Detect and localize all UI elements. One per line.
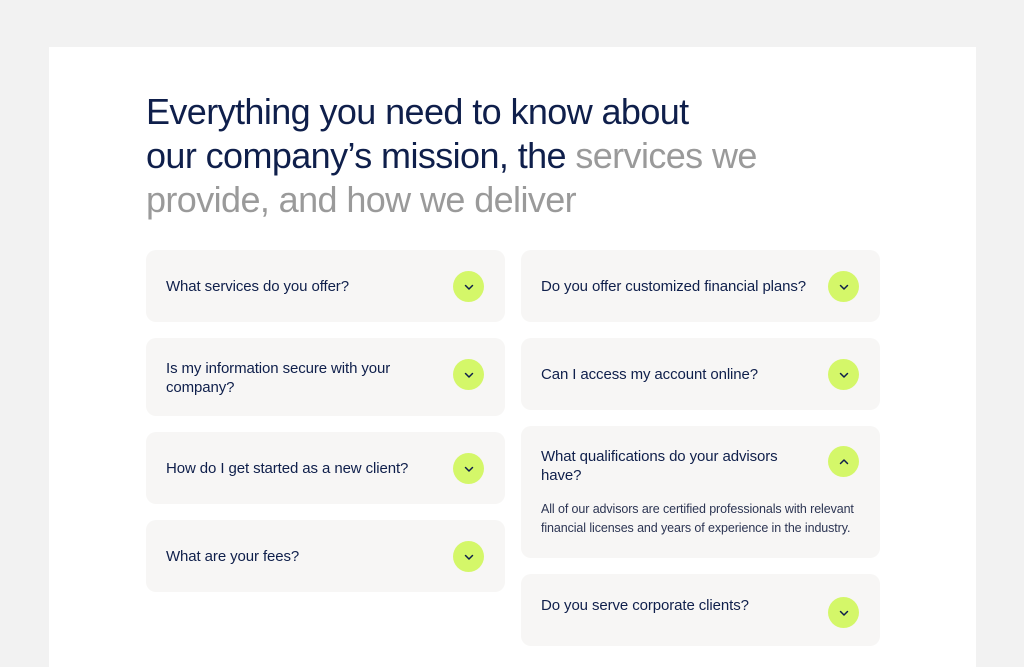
chevron-down-icon [464,372,473,378]
heading-line3-muted: provide, and how we deliver [146,179,577,220]
faq-question: Is my information secure with your compa… [166,360,391,396]
faq-question: What qualifications do your advisors hav… [541,448,778,484]
faq-question: What services do you offer? [166,278,349,295]
chevron-down-icon [464,284,473,290]
expand-toggle-button[interactable] [828,597,859,628]
chevron-down-icon [839,284,848,290]
faq-heading: Everything you need to know about our com… [146,90,826,222]
faq-item-expanded[interactable]: What qualifications do your advisors hav… [521,426,880,558]
expand-toggle-button[interactable] [828,359,859,390]
faq-item[interactable]: Is my information secure with your compa… [146,338,505,416]
expand-toggle-button[interactable] [453,453,484,484]
faq-item[interactable]: What are your fees? [146,520,505,592]
faq-answer: All of our advisors are certified profes… [541,502,854,535]
expand-toggle-button[interactable] [453,271,484,302]
faq-item[interactable]: Do you serve corporate clients? [521,574,880,646]
heading-line2-muted: services we [575,135,757,176]
heading-line1: Everything you need to know about [146,91,689,132]
expand-toggle-button[interactable] [453,541,484,572]
chevron-up-icon [839,458,848,464]
chevron-down-icon [839,372,848,378]
heading-line2-dark: our company’s mission, the [146,135,576,176]
faq-question: Do you offer customized financial plans? [541,278,807,295]
faq-item[interactable]: Do you offer customized financial plans? [521,250,880,322]
chevron-down-icon [464,466,473,472]
faq-question: How do I get started as a new client? [166,460,409,477]
expand-toggle-button[interactable] [453,359,484,390]
faq-question: What are your fees? [166,548,300,565]
faq-question: Can I access my account online? [541,366,759,383]
faq-item[interactable]: Can I access my account online? [521,338,880,410]
chevron-down-icon [464,554,473,560]
faq-item[interactable]: How do I get started as a new client? [146,432,505,504]
collapse-toggle-button[interactable] [828,446,859,477]
faq-question: Do you serve corporate clients? [541,597,749,614]
faq-item[interactable]: What services do you offer? [146,250,505,322]
chevron-down-icon [839,610,848,616]
expand-toggle-button[interactable] [828,271,859,302]
